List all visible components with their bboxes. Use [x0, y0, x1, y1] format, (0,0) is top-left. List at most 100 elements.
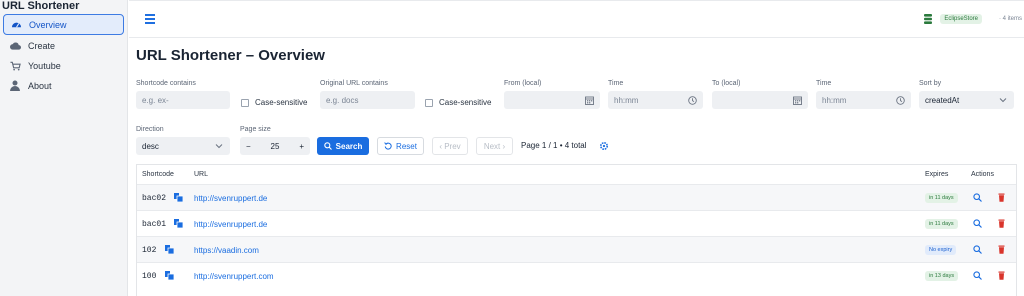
sort-select[interactable]: createdAt: [919, 91, 1014, 109]
copy-icon[interactable]: [174, 219, 183, 228]
user-icon: [9, 80, 21, 92]
checkbox-label: Case-sensitive: [439, 98, 492, 107]
sort-value: createdAt: [925, 95, 960, 105]
sidebar-item-create[interactable]: Create: [3, 35, 124, 56]
url-link[interactable]: http://svenruppert.de: [194, 185, 267, 211]
url-link[interactable]: http://svenruppert.com: [194, 263, 274, 289]
sidebar-item-label: About: [28, 80, 52, 91]
from-date-input[interactable]: [504, 91, 600, 109]
sort-label: Sort by: [919, 80, 942, 87]
time-placeholder: hh:mm: [614, 95, 639, 105]
time-label-from: Time: [608, 80, 624, 87]
chevron-down-icon: [998, 94, 1008, 106]
next-page-button[interactable]: Next ›: [476, 137, 513, 155]
table-row[interactable]: bac01 http://svenruppert.de in 11 days: [137, 210, 1016, 236]
search-icon: [323, 142, 332, 150]
search-button[interactable]: Search: [317, 137, 369, 155]
column-header-url[interactable]: URL: [194, 165, 208, 184]
url-link[interactable]: http://svenruppert.de: [194, 211, 267, 237]
checkbox-box: [425, 98, 433, 107]
copy-icon[interactable]: [165, 271, 174, 280]
table-row[interactable]: 102 https://vaadin.com No expiry: [137, 236, 1016, 262]
menu-toggle-icon[interactable]: [145, 14, 155, 24]
reset-button[interactable]: Reset: [377, 137, 424, 155]
shortcode-cell: 102: [142, 245, 157, 255]
expiry-badge: No expiry: [925, 245, 957, 255]
trash-icon[interactable]: [997, 193, 1006, 202]
page-info: Page 1 / 1 • 4 total: [521, 141, 587, 150]
url-link[interactable]: https://vaadin.com: [194, 237, 259, 263]
cart-icon: [9, 60, 21, 72]
trash-icon[interactable]: [997, 245, 1006, 254]
sidebar-item-overview[interactable]: Overview: [3, 14, 124, 35]
database-icon: [924, 14, 933, 24]
case-sensitive-shortcode-checkbox[interactable]: Case-sensitive: [241, 98, 307, 107]
clock-icon[interactable]: [895, 94, 905, 106]
table-row[interactable]: bac02 http://svenruppert.de in 11 days: [137, 184, 1016, 210]
expiry-badge: in 11 days: [925, 219, 958, 229]
calendar-icon[interactable]: [584, 94, 594, 106]
page-title: URL Shortener – Overview: [136, 47, 325, 64]
column-header-expires[interactable]: Expires: [925, 165, 948, 184]
sidebar-item-youtube[interactable]: Youtube: [3, 55, 124, 76]
to-date-input[interactable]: [712, 91, 808, 109]
copy-icon[interactable]: [165, 245, 174, 254]
time-placeholder: hh:mm: [822, 95, 847, 105]
page-size-value[interactable]: 25: [271, 142, 280, 151]
expires-cell: No expiry: [925, 237, 957, 263]
store-status: EclipseStore: [924, 14, 982, 24]
trash-icon[interactable]: [997, 271, 1006, 280]
to-time-input[interactable]: hh:mm: [816, 91, 911, 109]
direction-value: desc: [142, 141, 159, 151]
expires-cell: in 11 days: [925, 211, 958, 237]
search-icon[interactable]: [973, 245, 982, 254]
trash-icon[interactable]: [997, 219, 1006, 228]
sidebar-item-about[interactable]: About: [3, 75, 124, 96]
from-time-input[interactable]: hh:mm: [608, 91, 703, 109]
checkbox-box: [241, 98, 249, 107]
copy-icon[interactable]: [174, 193, 183, 202]
to-label: To (local): [712, 80, 741, 87]
search-icon[interactable]: [973, 193, 982, 202]
direction-select[interactable]: desc: [136, 137, 230, 155]
column-header-shortcode[interactable]: Shortcode: [142, 165, 174, 184]
expiry-badge: in 11 days: [925, 193, 958, 203]
search-icon[interactable]: [973, 219, 982, 228]
direction-label: Direction: [136, 126, 164, 133]
page-size-stepper[interactable]: − 25 +: [240, 137, 310, 155]
shortcode-cell: bac02: [142, 193, 167, 203]
url-input[interactable]: e.g. docs: [320, 91, 415, 109]
store-badge: EclipseStore: [940, 14, 982, 24]
search-icon[interactable]: [973, 271, 982, 280]
results-table: Shortcode URL Expires Actions bac02 http…: [136, 164, 1017, 296]
calendar-icon[interactable]: [792, 94, 802, 106]
shortcode-input[interactable]: e.g. ex-: [136, 91, 230, 109]
gauge-icon: [10, 19, 22, 31]
case-sensitive-url-checkbox[interactable]: Case-sensitive: [425, 98, 491, 107]
shortcode-cell: bac01: [142, 219, 167, 229]
app-title: URL Shortener: [2, 0, 80, 12]
expiry-badge: in 13 days: [925, 271, 959, 281]
clock-icon[interactable]: [687, 94, 697, 106]
cloud-icon: [9, 40, 21, 52]
prev-page-button[interactable]: ‹ Prev: [432, 137, 468, 155]
sidebar-item-label: Youtube: [28, 60, 61, 71]
increment-button[interactable]: +: [299, 142, 304, 151]
from-label: From (local): [504, 80, 542, 87]
reset-icon: [384, 142, 392, 150]
shortcode-cell: 100: [142, 271, 157, 281]
shortcode-label: Shortcode contains: [136, 80, 196, 87]
sidebar: URL Shortener Overview Create Youtube Ab…: [0, 0, 128, 296]
column-header-actions: Actions: [971, 171, 994, 178]
app-root: URL Shortener Overview Create Youtube Ab…: [0, 0, 1024, 296]
url-label: Original URL contains: [320, 80, 388, 87]
page-size-label: Page size: [240, 126, 271, 133]
sidebar-item-label: Create: [28, 40, 56, 51]
expires-cell: in 13 days: [925, 263, 959, 289]
decrement-button[interactable]: −: [246, 142, 251, 151]
search-button-label: Search: [335, 141, 363, 151]
top-bar: EclipseStore · 4 items: [129, 0, 1024, 38]
table-row[interactable]: 100 http://svenruppert.com in 13 days: [137, 262, 1016, 288]
gear-icon[interactable]: [599, 141, 609, 151]
checkbox-label: Case-sensitive: [255, 98, 308, 107]
